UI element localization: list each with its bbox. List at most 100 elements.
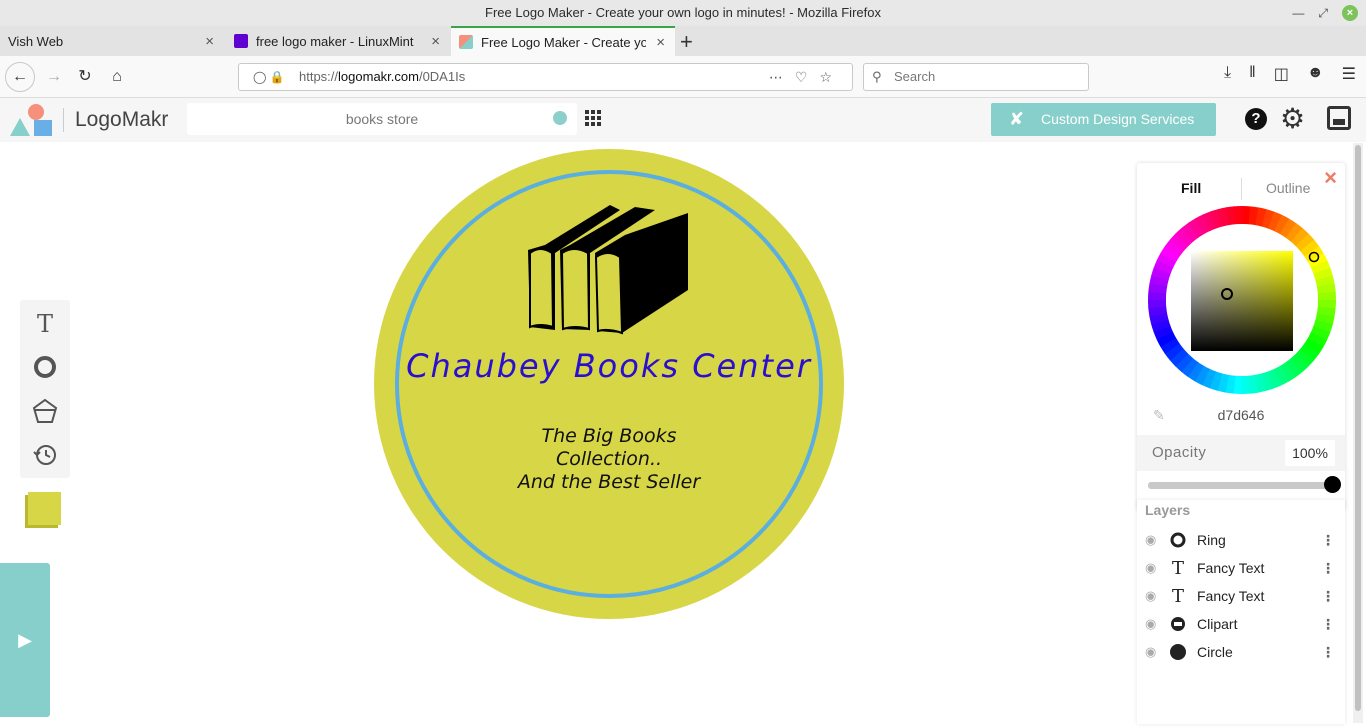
layer-row[interactable]: ◉ Ring ⋮ bbox=[1137, 526, 1345, 554]
play-tutorial-button[interactable]: ▶ bbox=[0, 563, 50, 717]
history-icon[interactable] bbox=[20, 435, 70, 475]
eye-icon[interactable]: ◉ bbox=[1145, 588, 1156, 604]
account-icon[interactable]: ☻ bbox=[1307, 64, 1324, 84]
clipart-search-input[interactable]: books store bbox=[187, 103, 577, 135]
hue-segment bbox=[1233, 206, 1243, 225]
custom-services-label: Custom Design Services bbox=[1041, 111, 1195, 127]
navigation-bar: ← → ↻ ⌂ ◯ 🔒 https://logomakr.com/0DA1Is … bbox=[0, 56, 1366, 98]
app-header: LogoMakr books store ✘ Custom Design Ser… bbox=[0, 98, 1366, 142]
tab-divider bbox=[1241, 178, 1242, 200]
hex-value[interactable]: d7d646 bbox=[1137, 407, 1345, 423]
reload-icon[interactable]: ↻ bbox=[72, 64, 98, 90]
tab-close-icon[interactable]: × bbox=[431, 33, 440, 50]
scrollbar-thumb[interactable] bbox=[1355, 145, 1361, 711]
logo-tagline-2[interactable]: Collection.. bbox=[556, 448, 662, 470]
menu-icon[interactable]: ☰ bbox=[1342, 64, 1356, 84]
color-wheel[interactable] bbox=[1147, 205, 1337, 395]
tab-outline[interactable]: Outline bbox=[1266, 180, 1310, 196]
minimize-icon[interactable]: — bbox=[1292, 0, 1304, 26]
toolbar-right: ⤓ ‖ ◫ ☻ ☰ bbox=[1224, 64, 1356, 84]
url-bar[interactable]: ◯ 🔒 https://logomakr.com/0DA1Is ⋯♡☆ bbox=[238, 63, 853, 91]
restore-icon[interactable]: ⤢ bbox=[1318, 0, 1328, 26]
settings-gear-icon[interactable]: ⚙ bbox=[1280, 102, 1305, 135]
library-icon[interactable]: ‖ bbox=[1249, 64, 1256, 84]
more-icon[interactable]: ⋮ bbox=[1321, 644, 1335, 661]
clipart-icon bbox=[1170, 616, 1186, 632]
opacity-slider-handle[interactable] bbox=[1324, 476, 1341, 493]
layer-name: Fancy Text bbox=[1197, 588, 1265, 604]
tab-fill[interactable]: Fill bbox=[1181, 180, 1201, 196]
current-color-swatch[interactable] bbox=[28, 492, 61, 525]
more-icon[interactable]: ⋮ bbox=[1321, 560, 1335, 577]
logo-tagline-1[interactable]: The Big Books bbox=[542, 425, 677, 447]
tab-logomakr[interactable]: Free Logo Maker - Create your own logo × bbox=[451, 26, 675, 56]
search-input[interactable]: ⚲ Search bbox=[863, 63, 1089, 91]
layer-row[interactable]: ◉ T Fancy Text ⋮ bbox=[1137, 582, 1345, 610]
text-tool-icon[interactable]: T bbox=[20, 304, 70, 344]
layers-heading: Layers bbox=[1145, 502, 1191, 518]
clipart-tool-icon[interactable] bbox=[20, 391, 70, 431]
opacity-row: Opacity 100% bbox=[1137, 435, 1345, 471]
shield-lock-icon: ◯ 🔒 bbox=[253, 70, 285, 84]
layers-panel: Layers ◉ Ring ⋮ ◉ T Fancy Text ⋮ ◉ T Fan… bbox=[1137, 500, 1345, 724]
layer-row[interactable]: ◉ T Fancy Text ⋮ bbox=[1137, 554, 1345, 582]
custom-design-services-button[interactable]: ✘ Custom Design Services bbox=[991, 103, 1216, 136]
yahoo-favicon-icon bbox=[234, 34, 248, 48]
eye-icon[interactable]: ◉ bbox=[1145, 616, 1156, 632]
hue-segment bbox=[1148, 299, 1167, 309]
tab-close-icon[interactable]: × bbox=[205, 33, 214, 50]
brand-name[interactable]: LogoMakr bbox=[75, 108, 168, 132]
search-icon[interactable] bbox=[553, 111, 567, 125]
logomakr-logo-icon[interactable] bbox=[10, 102, 54, 138]
tool-palette: T bbox=[20, 300, 70, 478]
logo-title[interactable]: Chaubey Books Center bbox=[406, 347, 812, 385]
eye-icon[interactable]: ◉ bbox=[1145, 532, 1156, 548]
text-icon: T bbox=[1171, 557, 1184, 579]
brand-divider bbox=[63, 108, 64, 132]
save-icon[interactable] bbox=[1327, 106, 1351, 130]
tab-vish-web[interactable]: Vish Web × bbox=[0, 26, 224, 56]
logo-canvas[interactable]: Chaubey Books Center The Big Books Colle… bbox=[370, 145, 850, 625]
home-icon[interactable]: ⌂ bbox=[104, 64, 130, 90]
back-icon[interactable]: ← bbox=[5, 62, 35, 92]
sidebar-icon[interactable]: ◫ bbox=[1274, 64, 1289, 84]
help-icon[interactable]: ? bbox=[1245, 108, 1267, 130]
page-actions[interactable]: ⋯♡☆ bbox=[769, 64, 844, 90]
more-icon[interactable]: ⋮ bbox=[1321, 616, 1335, 633]
new-tab-icon[interactable]: + bbox=[680, 29, 693, 55]
tab-label: Vish Web bbox=[8, 33, 64, 49]
layer-name: Fancy Text bbox=[1197, 560, 1265, 576]
url-prefix: https:// bbox=[299, 69, 339, 84]
hue-segment bbox=[1317, 291, 1336, 301]
color-picker-panel: × Fill Outline ✎ d7d646 Opacity 100% bbox=[1137, 163, 1345, 511]
apps-grid-icon[interactable] bbox=[585, 110, 601, 126]
download-icon[interactable]: ⤓ bbox=[1224, 64, 1231, 84]
ring-icon bbox=[1170, 532, 1186, 548]
eye-icon[interactable]: ◉ bbox=[1145, 644, 1156, 660]
window-titlebar: Free Logo Maker - Create your own logo i… bbox=[0, 0, 1366, 26]
layer-name: Ring bbox=[1197, 532, 1226, 548]
more-icon[interactable]: ⋮ bbox=[1321, 532, 1335, 549]
shape-tool-icon[interactable] bbox=[20, 347, 70, 387]
close-icon[interactable]: × bbox=[1324, 165, 1337, 191]
more-icon[interactable]: ⋮ bbox=[1321, 588, 1335, 605]
url-domain: logomakr.com bbox=[338, 69, 419, 84]
url-path: /0DA1Is bbox=[418, 69, 466, 84]
opacity-label: Opacity bbox=[1152, 444, 1207, 461]
forward-icon[interactable]: → bbox=[41, 64, 67, 90]
opacity-slider-track[interactable] bbox=[1148, 482, 1334, 489]
circle-icon bbox=[1170, 644, 1186, 660]
hue-segment bbox=[1241, 375, 1251, 394]
tab-yahoo-search[interactable]: free logo maker - LinuxMint × bbox=[226, 26, 450, 56]
logo-tagline-3[interactable]: And the Best Seller bbox=[516, 471, 701, 493]
opacity-input[interactable]: 100% bbox=[1285, 440, 1335, 466]
text-icon: T bbox=[1171, 585, 1184, 607]
logomakr-favicon-icon bbox=[459, 35, 473, 49]
page-scrollbar[interactable] bbox=[1353, 143, 1363, 723]
eye-icon[interactable]: ◉ bbox=[1145, 560, 1156, 576]
window-title: Free Logo Maker - Create your own logo i… bbox=[485, 5, 881, 20]
layer-row[interactable]: ◉ Clipart ⋮ bbox=[1137, 610, 1345, 638]
layer-row[interactable]: ◉ Circle ⋮ bbox=[1137, 638, 1345, 666]
tab-close-icon[interactable]: × bbox=[656, 34, 665, 51]
window-close-icon[interactable]: × bbox=[1342, 5, 1358, 21]
